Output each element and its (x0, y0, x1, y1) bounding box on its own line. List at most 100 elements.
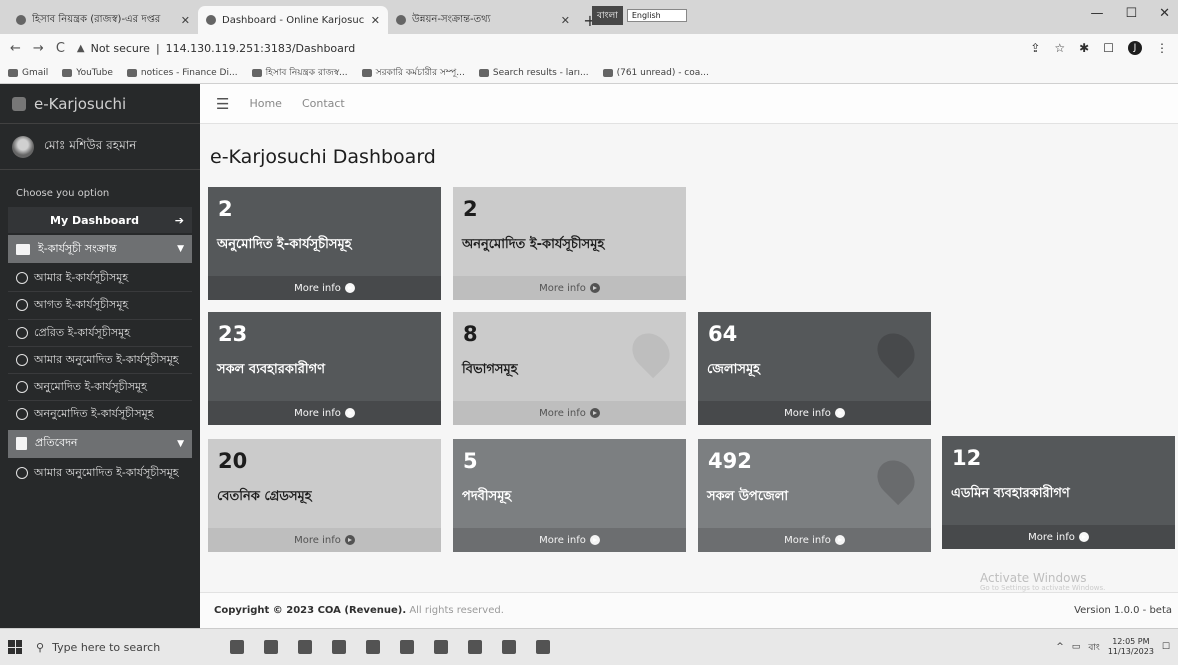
brand[interactable]: e-Karjosuchi (0, 84, 200, 124)
star-icon[interactable]: ☆ (1054, 41, 1065, 55)
bookmark-item[interactable]: notices - Finance Di... (126, 68, 238, 78)
forward-icon[interactable]: → (33, 41, 44, 56)
stat-box-approved: 2 অনুমোদিত ই-কার্যসূচীসমূহ More info (208, 187, 441, 300)
hamburger-menu-icon[interactable]: ☰ (216, 95, 229, 113)
extensions-icon[interactable]: ✱ (1079, 41, 1089, 55)
more-info-link[interactable]: More info (698, 401, 931, 425)
app-icon[interactable] (366, 640, 380, 654)
close-icon[interactable]: ✕ (371, 14, 380, 27)
app-icon[interactable] (400, 640, 414, 654)
browser-tab-1[interactable]: হিসাব নিয়ন্ত্রক (রাজস্ব)-এর দপ্তর ✕ (8, 6, 198, 34)
sidebar-item-my-dashboard[interactable]: My Dashboard ➔ (8, 207, 192, 233)
stat-value: 2 (463, 197, 478, 221)
stat-box-grades: 20 বেতনিক গ্রেডসমূহ More info (208, 439, 441, 552)
app-icon[interactable] (502, 640, 516, 654)
warning-icon: ▲ (76, 42, 85, 54)
sidebar-item-label: আগত ই-কার্যসূচীসমূহ (34, 298, 129, 312)
sidebar-item[interactable]: আমার ই-কার্যসূচীসমূহ (8, 265, 192, 291)
sidebar-group-karjosuchi[interactable]: ই-কার্যসূচী সংক্রান্ত ▼ (8, 235, 192, 263)
bookmark-item[interactable]: Gmail (8, 68, 48, 78)
more-info-label: More info (294, 407, 341, 419)
taskbar-apps (230, 640, 550, 654)
profile-avatar[interactable]: J (1128, 41, 1142, 55)
system-tray: ^ ▭ বাং 12:05 PM 11/13/2023 ☐ (1056, 637, 1170, 656)
gmail-icon (478, 68, 489, 77)
bookmark-item[interactable]: সরকারি কর্মচারীর সম্পূ... (361, 65, 465, 80)
minimize-button[interactable]: — (1090, 6, 1103, 21)
more-info-link[interactable]: More info (208, 401, 441, 425)
tab-favicon-icon (16, 15, 26, 25)
more-info-label: More info (539, 282, 586, 294)
stat-value: 2 (218, 197, 233, 221)
browser-tab-3[interactable]: উন্নয়ন-সংক্রান্ত-তথ্য ✕ (388, 6, 578, 34)
app-icon[interactable] (298, 640, 312, 654)
back-icon[interactable]: ← (10, 41, 21, 56)
more-info-link[interactable]: More info (453, 276, 686, 300)
sidebar-group-report[interactable]: প্রতিবেদন ▼ (8, 429, 192, 458)
more-info-link[interactable]: More info (208, 528, 441, 552)
arrow-circle-right-icon (344, 535, 355, 545)
more-info-label: More info (294, 534, 341, 546)
share-icon[interactable]: ⇪ (1030, 41, 1040, 55)
sidepanel-icon[interactable]: ☐ (1103, 41, 1114, 55)
clock[interactable]: 12:05 PM 11/13/2023 (1108, 637, 1154, 656)
sidebar-item-label: আমার ই-কার্যসূচীসমূহ (34, 271, 129, 284)
app-icon[interactable] (264, 640, 278, 654)
sidebar-item[interactable]: অননুমোদিত ই-কার্যসূচীসমূহ (8, 400, 192, 427)
url-field[interactable]: ▲ Not secure | 114.130.119.251:3183/Dash… (77, 42, 355, 55)
arrow-circle-right-icon (834, 408, 845, 418)
bookmark-label: (761 unread) - coa... (616, 67, 709, 78)
close-icon[interactable]: ✕ (561, 14, 570, 27)
bookmark-item[interactable]: YouTube (62, 68, 113, 78)
tab-favicon-icon (206, 15, 216, 25)
page-title: e-Karjosuchi Dashboard (210, 146, 436, 168)
site-icon (251, 68, 262, 77)
sidebar-item[interactable]: আমার অনুমোদিত ই-কার্যসূচীসমূহ (8, 345, 192, 373)
close-window-button[interactable]: ✕ (1159, 6, 1170, 21)
nav-contact-link[interactable]: Contact (302, 97, 345, 110)
version-label: Version 1.0.0 - beta (1074, 605, 1172, 616)
stat-label: সকল ব্যবহারকারীগণ (217, 362, 326, 377)
more-info-link[interactable]: More info (208, 276, 441, 300)
sidebar-item[interactable]: আগত ই-কার্যসূচীসমূহ (8, 291, 192, 318)
more-info-link[interactable]: More info (942, 525, 1175, 549)
input-language[interactable]: বাং (1088, 640, 1100, 655)
windows-start-icon[interactable] (8, 640, 22, 654)
user-panel[interactable]: মোঃ মশিউর রহমান (0, 124, 200, 170)
bookmark-item[interactable]: (761 unread) - coa... (602, 67, 709, 78)
app-icon[interactable] (536, 640, 550, 654)
sidebar-item[interactable]: অনুমোদিত ই-কার্যসূচীসমূহ (8, 373, 192, 400)
bookmark-item[interactable]: হিসাব নিয়ন্ত্রক রাজস্ব... (251, 65, 348, 80)
close-icon[interactable]: ✕ (181, 14, 190, 27)
top-navbar: ☰ Home Contact (200, 84, 1178, 124)
taskbar-search[interactable]: ⚲ Type here to search (36, 634, 206, 660)
arrow-right-icon: ➔ (174, 213, 184, 227)
chevron-up-icon[interactable]: ^ (1056, 642, 1064, 652)
nav-home-link[interactable]: Home (249, 97, 281, 110)
circle-icon (16, 272, 28, 284)
browser-tab-2[interactable]: Dashboard - Online Karjosuchi ✕ (198, 6, 388, 34)
app-icon[interactable] (468, 640, 482, 654)
stat-box-divisions: 8 বিভাগসমূহ More info (453, 312, 686, 425)
sidebar-item[interactable]: আমার অনুমোদিত ই-কার্যসূচীসমূহ (8, 460, 192, 486)
site-icon (126, 68, 137, 77)
menu-icon[interactable]: ⋮ (1156, 41, 1168, 55)
sidebar-item-label: প্রেরিত ই-কার্যসূচীসমূহ (34, 325, 131, 339)
maximize-button[interactable]: ☐ (1125, 6, 1137, 21)
reload-icon[interactable]: C (56, 41, 65, 56)
circle-icon (16, 326, 28, 339)
more-info-link[interactable]: More info (453, 401, 686, 425)
bookmark-item[interactable]: Search results - ları... (478, 68, 589, 78)
more-info-link[interactable]: More info (453, 528, 686, 552)
arrow-circle-right-icon (344, 408, 355, 418)
more-info-link[interactable]: More info (698, 528, 931, 552)
arrow-circle-right-icon (344, 283, 355, 293)
bookmark-label: YouTube (76, 67, 113, 78)
app-icon[interactable] (434, 640, 448, 654)
sidebar-item[interactable]: প্রেরিত ই-কার্যসূচীসমূহ (8, 318, 192, 346)
keyboard-language-indicator[interactable]: বাংলা English (592, 6, 687, 25)
network-icon[interactable]: ▭ (1072, 642, 1081, 652)
app-icon[interactable] (230, 640, 244, 654)
app-icon[interactable] (332, 640, 346, 654)
notification-icon[interactable]: ☐ (1162, 642, 1170, 652)
